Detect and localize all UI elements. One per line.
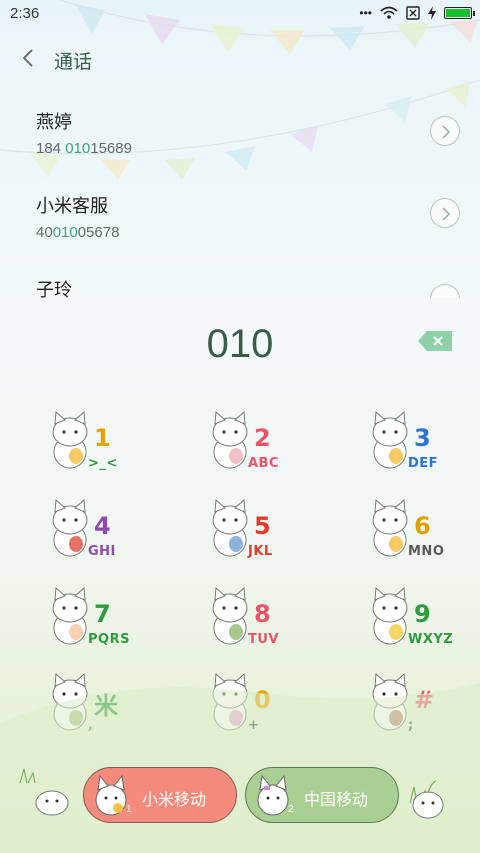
key-letters: ; (408, 718, 414, 733)
dots-icon: ••• (359, 6, 372, 20)
page-title: 通话 (54, 52, 93, 73)
key-letters: JKL (248, 544, 273, 559)
battery-level (446, 9, 470, 17)
number-match: 010 (52, 224, 78, 241)
key-letters: + (248, 718, 260, 733)
dial-key-3[interactable]: 3 DEF (360, 410, 480, 490)
number-match: 010 (65, 140, 91, 157)
contact-number: 184 01015689 (36, 140, 466, 157)
sim-label: 小米移动 (142, 792, 207, 809)
key-digit: 7 (94, 600, 111, 628)
dial-key-7[interactable]: 7 PQRS (40, 586, 190, 666)
contact-detail-button[interactable] (430, 116, 460, 146)
dial-key-12[interactable]: #; (360, 672, 480, 752)
key-letters: GHI (88, 544, 116, 559)
key-digit: 4 (94, 512, 111, 540)
chevron-left-icon[interactable] (18, 46, 40, 70)
contact-row[interactable]: 小米客服 4001005678 (36, 192, 466, 241)
battery-icon (444, 7, 475, 19)
dial-key-5[interactable]: 5 JKL (200, 498, 350, 578)
key-digit: 6 (414, 512, 431, 540)
key-letters: , (88, 718, 94, 733)
key-digit: 5 (254, 512, 271, 540)
sim1-call-button[interactable]: 1 小米移动 (83, 767, 237, 823)
key-digit: 米 (94, 692, 118, 720)
key-letters: TUV (248, 632, 279, 647)
status-time: 2:36 (10, 5, 40, 22)
sim-label: 中国移动 (304, 792, 369, 809)
key-digit: 8 (254, 600, 271, 628)
sim-slot-number: 1 (126, 804, 132, 815)
key-digit: 3 (414, 424, 431, 452)
dial-key-11[interactable]: 0 + (200, 672, 350, 752)
dial-key-4[interactable]: 4 GHI (40, 498, 190, 578)
status-icons: ••• (359, 6, 475, 20)
contact-number: 4001005678 (36, 224, 466, 241)
number-part: 40 (36, 224, 53, 241)
sim2-call-button[interactable]: 2 中国移动 (245, 767, 399, 823)
number-part: 05678 (77, 224, 120, 241)
chevron-right-icon (442, 125, 451, 139)
header: 通话 (0, 38, 480, 78)
sim-off-icon (406, 6, 420, 20)
key-digit: 2 (254, 424, 271, 452)
status-bar: 2:36 ••• (0, 0, 480, 30)
key-digit: # (414, 686, 435, 714)
key-letters: DEF (408, 456, 439, 471)
dial-key-2[interactable]: 2 ABC (200, 410, 350, 490)
key-letters: ABC (248, 456, 280, 471)
sim-slot-number: 2 (288, 804, 294, 815)
contact-name: 燕婷 (36, 112, 72, 132)
dial-input: 010 (206, 322, 274, 366)
key-letters: PQRS (88, 632, 130, 647)
number-part: 15689 (90, 140, 132, 157)
dial-key-6[interactable]: 6 MNO (360, 498, 480, 578)
key-letters: MNO (408, 544, 445, 559)
dial-key-1[interactable]: 1 >_< (40, 410, 190, 490)
contact-row[interactable]: 燕婷 184 01015689 (36, 108, 466, 157)
contact-row[interactable]: 子玲 (36, 276, 466, 298)
backspace-icon[interactable] (418, 331, 452, 351)
key-digit: 0 (254, 686, 271, 714)
key-digit: 9 (414, 600, 431, 628)
key-digit: 1 (94, 424, 111, 452)
dial-key-8[interactable]: 8 TUV (200, 586, 350, 666)
key-letters: WXYZ (408, 632, 454, 647)
wifi-icon (380, 6, 398, 19)
contact-name: 小米客服 (36, 196, 108, 216)
dial-key-10[interactable]: 米, (40, 672, 190, 752)
number-part: 184 (36, 140, 66, 157)
charging-icon (428, 6, 436, 20)
chevron-right-icon (442, 207, 451, 221)
dial-key-9[interactable]: 9 WXYZ (360, 586, 480, 666)
contact-name: 子玲 (36, 280, 72, 298)
contact-detail-button[interactable] (430, 198, 460, 228)
key-letters: >_< (88, 456, 118, 471)
